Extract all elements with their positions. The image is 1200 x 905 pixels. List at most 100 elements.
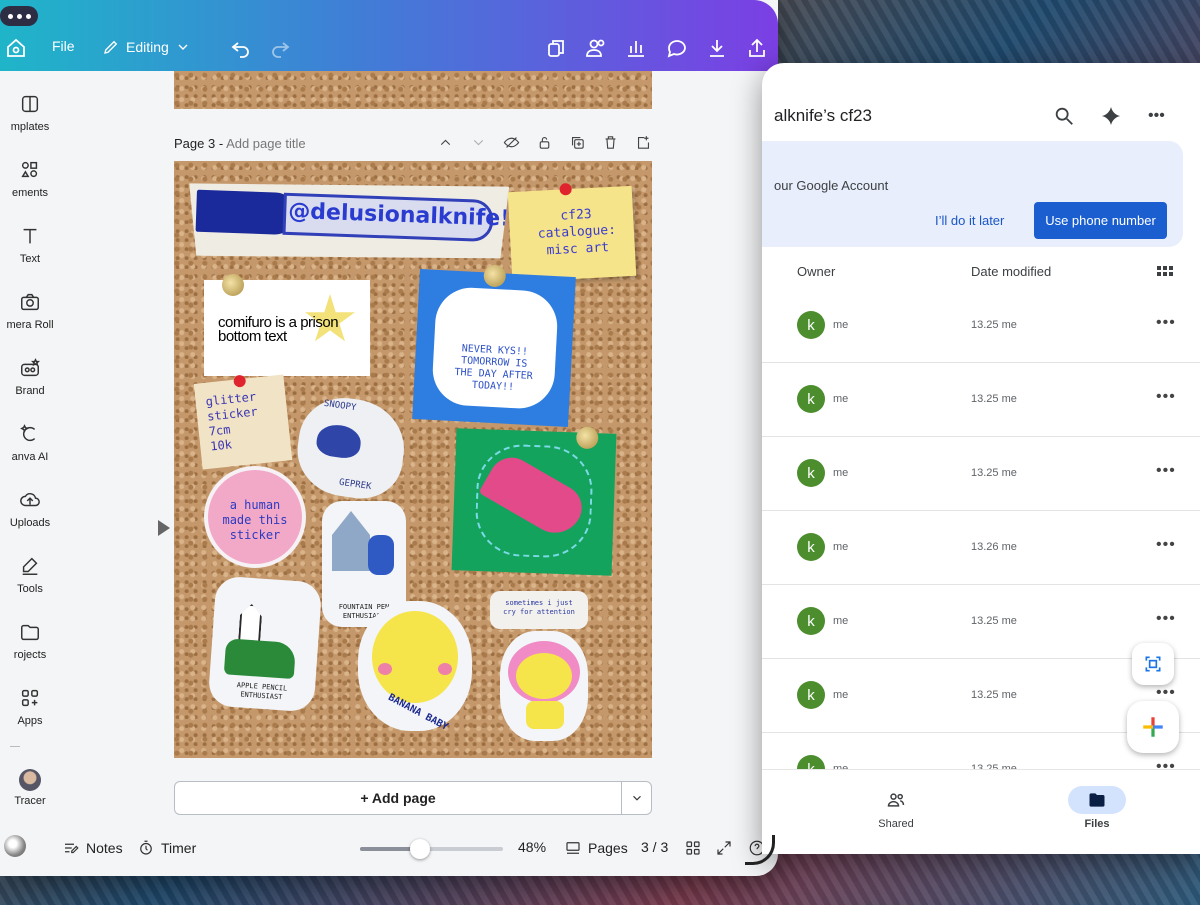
- notes-label: Notes: [86, 840, 123, 856]
- shrimp-green-sticker[interactable]: [451, 426, 617, 576]
- row-more-icon[interactable]: •••: [1156, 314, 1176, 332]
- do-it-later-button[interactable]: I’ll do it later: [935, 213, 1004, 228]
- text-t-icon: [23, 228, 37, 244]
- google-drive-window: alknife’s cf23 ••• our Google Account I’…: [762, 63, 1200, 854]
- grid-view-icon[interactable]: [1156, 263, 1174, 286]
- add-page-options-button[interactable]: [622, 782, 651, 814]
- new-file-fab[interactable]: [1127, 701, 1179, 753]
- file-row[interactable]: k me 13.26 me •••: [762, 511, 1200, 585]
- comifuro-card-sticker[interactable]: comifuro is a prison bottom text: [204, 274, 370, 376]
- owner-name: me: [833, 541, 849, 553]
- row-more-icon[interactable]: •••: [1156, 536, 1176, 554]
- more-options-icon[interactable]: •••: [1148, 107, 1165, 125]
- sidebar-label: rojects: [13, 649, 47, 661]
- zoom-percent[interactable]: 48%: [518, 839, 546, 855]
- editing-menu[interactable]: Editing: [102, 38, 191, 56]
- gemini-sparkle-icon[interactable]: [1100, 105, 1122, 132]
- lock-icon[interactable]: [536, 134, 553, 151]
- file-row[interactable]: kme 13.25 me •••: [762, 363, 1200, 437]
- scan-document-button[interactable]: [1132, 643, 1174, 685]
- fullscreen-icon[interactable]: [715, 839, 733, 857]
- nav-shared[interactable]: Shared: [856, 786, 936, 830]
- elements-icon: [21, 161, 38, 178]
- tools-icon: [22, 557, 38, 575]
- never-kys-bear-sticker[interactable]: NEVER KYS!! TOMORROW IS THE DAY AFTER TO…: [412, 264, 576, 427]
- add-page-icon[interactable]: [635, 134, 652, 151]
- hide-page-icon[interactable]: [503, 134, 520, 151]
- file-menu[interactable]: File: [52, 38, 75, 54]
- chevron-down-icon: [178, 44, 188, 50]
- zoom-slider[interactable]: [360, 839, 503, 859]
- collapse-panel-arrow-icon[interactable]: [158, 520, 170, 536]
- share-people-icon[interactable]: [584, 36, 608, 60]
- row-more-icon[interactable]: •••: [1156, 684, 1176, 702]
- snoopy-geprek-sticker[interactable]: SNOOPY GEPREK: [291, 392, 411, 504]
- nav-files[interactable]: Files: [1057, 786, 1137, 830]
- row-more-icon[interactable]: •••: [1156, 610, 1176, 628]
- date-modified-column-header[interactable]: Date modified: [971, 264, 1051, 279]
- sidebar-label: ements: [11, 187, 49, 199]
- human-made-sticker[interactable]: a human made this sticker: [204, 466, 306, 568]
- banana-baby-sticker[interactable]: BANANA BABY: [358, 601, 472, 733]
- date-modified: 13.25 me: [971, 319, 1017, 331]
- page-title-input[interactable]: Add page title: [226, 136, 306, 151]
- date-modified: 13.25 me: [971, 689, 1017, 701]
- folder-title: alknife’s cf23: [774, 106, 872, 125]
- sidebar-item-elements[interactable]: ements: [0, 159, 60, 199]
- window-menu-dots[interactable]: [0, 6, 38, 26]
- undo-icon[interactable]: [229, 36, 253, 60]
- banner-text: our Google Account: [774, 178, 889, 193]
- sidebar-item-canva-ai[interactable]: anva AI: [0, 423, 60, 463]
- gold-pin-icon: [575, 426, 599, 450]
- add-page-button[interactable]: + Add page: [175, 782, 622, 814]
- account-banner: our Google Account I’ll do it later Use …: [762, 141, 1183, 247]
- glitter-sticker-note[interactable]: glitter sticker 7cm 10k: [193, 374, 293, 470]
- chevron-up-icon[interactable]: [437, 134, 454, 151]
- snoopy-text: SNOOPY: [323, 398, 357, 414]
- resize-icon[interactable]: [544, 36, 568, 60]
- sidebar-item-camera-roll[interactable]: mera Roll: [0, 291, 60, 331]
- sidebar-item-tracer[interactable]: Tracer: [0, 769, 60, 807]
- apps-grid-icon: [21, 689, 39, 707]
- owner-column-header[interactable]: Owner: [797, 264, 835, 279]
- sidebar-item-tools[interactable]: Tools: [0, 555, 60, 595]
- file-row[interactable]: kme 13.25 me •••: [762, 289, 1200, 363]
- sidebar-item-brand[interactable]: Brand: [0, 357, 60, 397]
- row-more-icon[interactable]: •••: [1156, 462, 1176, 480]
- cry-text: cry for attention: [503, 608, 575, 616]
- apple-pencil-sticker[interactable]: APPLE PENCIL ENTHUSIAST: [207, 575, 323, 713]
- sidebar-label: Text: [19, 253, 41, 265]
- sidebar-item-templates[interactable]: mplates: [0, 93, 60, 133]
- sidebar-item-text[interactable]: Text: [0, 225, 60, 265]
- zoom-slider-handle[interactable]: [410, 839, 431, 859]
- comment-icon[interactable]: [665, 36, 689, 60]
- pages-label: Pages: [588, 840, 628, 856]
- catalogue-sticky-note[interactable]: cf23 catalogue: misc art: [507, 182, 637, 283]
- search-icon[interactable]: [1053, 105, 1075, 132]
- chevron-down-icon: [632, 795, 641, 801]
- redo-icon[interactable]: [268, 36, 292, 60]
- insights-chart-icon[interactable]: [624, 36, 648, 60]
- duplicate-page-icon[interactable]: [569, 134, 586, 151]
- sidebar-item-projects[interactable]: rojects: [0, 621, 60, 661]
- cry-attention-sticker[interactable]: sometimes i just cry for attention: [486, 585, 596, 741]
- handle-banner-sticker[interactable]: @delusionalknife!: [187, 175, 510, 266]
- chevron-down-icon[interactable]: [470, 134, 487, 151]
- sidebar-item-uploads[interactable]: Uploads: [0, 489, 60, 529]
- home-icon[interactable]: [4, 36, 28, 60]
- use-phone-number-button[interactable]: Use phone number: [1034, 202, 1167, 239]
- file-row[interactable]: kme 13.25 me •••: [762, 437, 1200, 511]
- owner-avatar: k: [797, 681, 825, 709]
- trash-icon[interactable]: [602, 134, 619, 151]
- owner-avatar: k: [797, 607, 825, 635]
- download-icon[interactable]: [705, 36, 729, 60]
- row-more-icon[interactable]: •••: [1156, 388, 1176, 406]
- design-page-canvas[interactable]: @delusionalknife! cf23 catalogue: misc a…: [174, 161, 652, 758]
- pages-button[interactable]: Pages: [564, 839, 628, 857]
- notes-button[interactable]: Notes: [62, 839, 123, 857]
- grid-view-icon[interactable]: [684, 839, 702, 857]
- timer-button[interactable]: Timer: [137, 839, 196, 857]
- human-text: made this: [222, 513, 288, 527]
- sidebar-item-apps[interactable]: Apps: [0, 687, 60, 727]
- share-upload-icon[interactable]: [745, 36, 769, 60]
